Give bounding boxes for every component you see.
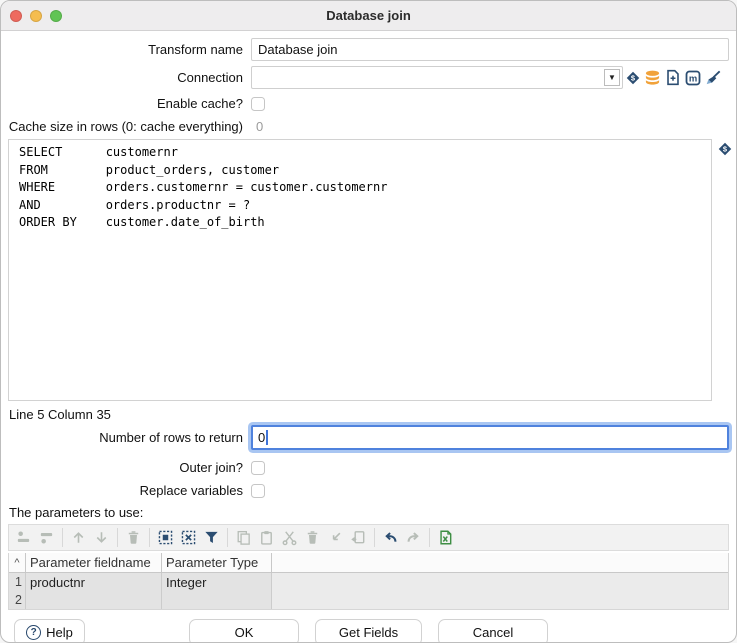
cell-parameter-fieldname[interactable]: productnr	[26, 573, 162, 591]
keep-rows-icon	[324, 526, 347, 549]
export-excel-icon[interactable]	[434, 526, 457, 549]
cell-parameter-type[interactable]	[162, 591, 272, 609]
insert-row-after-icon	[35, 526, 58, 549]
unselect-all-icon[interactable]	[177, 526, 200, 549]
replace-variables-label: Replace variables	[1, 483, 251, 498]
column-header-empty	[272, 553, 728, 572]
copy-icon	[232, 526, 255, 549]
sql-editor[interactable]: SELECT customernr FROM product_orders, c…	[8, 139, 712, 401]
toolbar-separator	[149, 528, 150, 547]
table-row: 1 productnr Integer	[9, 573, 728, 591]
toolbar-separator	[117, 528, 118, 547]
parameters-section-label: The parameters to use:	[9, 505, 736, 520]
cache-size-input: 0	[251, 116, 729, 137]
column-header-parameter-fieldname[interactable]: Parameter fieldname	[26, 553, 162, 572]
combo-dropdown-arrow-icon[interactable]: ▼	[604, 69, 620, 86]
dialog-title: Database join	[326, 8, 411, 23]
sql-text: SELECT customernr FROM product_orders, c…	[9, 140, 711, 232]
cache-size-label: Cache size in rows (0: cache everything)	[1, 119, 251, 134]
redo-icon	[402, 526, 425, 549]
close-button[interactable]	[10, 10, 22, 22]
title-bar: Database join	[1, 1, 736, 31]
move-row-down-icon	[90, 526, 113, 549]
rows-to-return-input[interactable]: 0	[251, 425, 729, 450]
cell-empty	[272, 573, 728, 591]
undo-icon[interactable]	[379, 526, 402, 549]
replace-variables-checkbox[interactable]	[251, 484, 265, 498]
database-icon[interactable]	[644, 70, 661, 86]
toolbar-separator	[374, 528, 375, 547]
cut-icon	[278, 526, 301, 549]
cursor-position-status: Line 5 Column 35	[9, 407, 736, 422]
parameters-toolbar	[8, 524, 729, 551]
text-cursor	[266, 430, 268, 445]
outer-join-label: Outer join?	[1, 460, 251, 475]
clear-rows-icon	[122, 526, 145, 549]
connection-actions: $m	[626, 69, 721, 86]
delete-rows-icon	[301, 526, 324, 549]
variable-icon: $	[718, 142, 732, 159]
row-number: 2	[9, 591, 26, 609]
variable-icon: $	[626, 71, 640, 85]
connection-combo[interactable]: ▼	[251, 66, 623, 89]
paste-icon	[255, 526, 278, 549]
column-header-parameter-type[interactable]: Parameter Type	[162, 553, 272, 572]
copy-row-icon	[347, 526, 370, 549]
enable-cache-checkbox[interactable]	[251, 97, 265, 111]
toolbar-separator	[227, 528, 228, 547]
insert-row-before-icon	[12, 526, 35, 549]
transform-name-input[interactable]: Database join	[251, 38, 729, 61]
connection-label: Connection	[1, 70, 251, 85]
enable-cache-label: Enable cache?	[1, 96, 251, 111]
move-row-up-icon	[67, 526, 90, 549]
database-join-dialog: Database join Transform name Database jo…	[0, 0, 737, 643]
filter-icon[interactable]	[200, 526, 223, 549]
help-button[interactable]: ? Help	[14, 619, 85, 643]
connection-wizard-icon[interactable]	[705, 70, 721, 86]
table-row: 2	[9, 591, 728, 609]
select-all-icon[interactable]	[154, 526, 177, 549]
toolbar-separator	[429, 528, 430, 547]
get-fields-button[interactable]: Get Fields	[315, 619, 422, 643]
zoom-button[interactable]	[50, 10, 62, 22]
cell-parameter-fieldname[interactable]	[26, 591, 162, 609]
toolbar-separator	[62, 528, 63, 547]
new-connection-icon[interactable]	[665, 69, 681, 86]
outer-join-checkbox[interactable]	[251, 461, 265, 475]
cell-parameter-type[interactable]: Integer	[162, 573, 272, 591]
ok-button[interactable]: OK	[189, 619, 299, 643]
help-icon: ?	[26, 625, 41, 640]
parameters-table: ^ Parameter fieldname Parameter Type 1 p…	[8, 553, 729, 610]
row-number: 1	[9, 573, 26, 591]
minimize-button[interactable]	[30, 10, 42, 22]
rows-to-return-label: Number of rows to return	[1, 430, 251, 445]
cancel-button[interactable]: Cancel	[438, 619, 548, 643]
cell-empty	[272, 591, 728, 609]
metadata-icon[interactable]: m	[685, 70, 701, 86]
svg-text:m: m	[689, 72, 697, 83]
transform-name-label: Transform name	[1, 42, 251, 57]
sort-column-header: ^	[9, 553, 26, 572]
